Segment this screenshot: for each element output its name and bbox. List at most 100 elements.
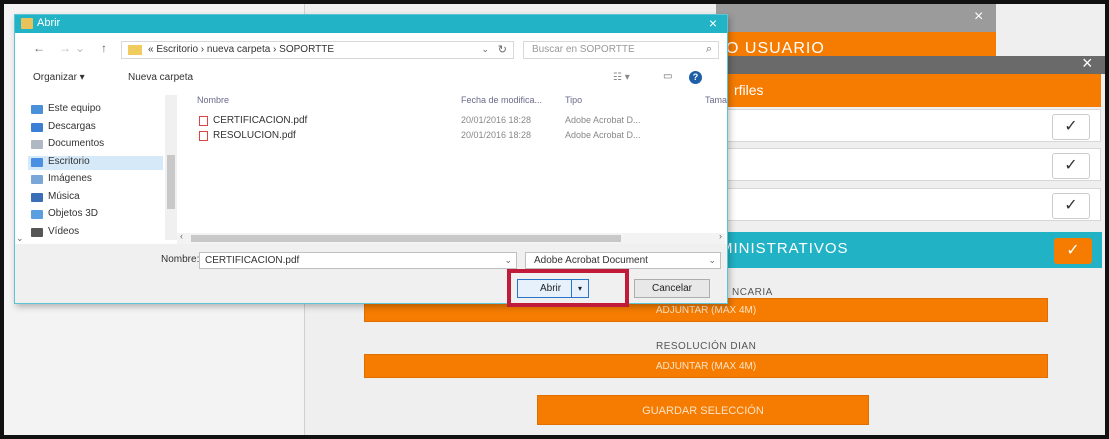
file-type: Adobe Acrobat D... (565, 130, 641, 140)
check-button[interactable]: ✓ (1052, 193, 1090, 219)
images-icon (31, 175, 43, 184)
background-top-bar (716, 4, 996, 32)
videos-icon (31, 227, 43, 237)
file-row[interactable]: CERTIFICACION.pdf 20/01/2016 18:28 Adobe A… (199, 115, 719, 128)
file-name[interactable]: CERTIFICACION.pdf (213, 115, 307, 126)
column-date[interactable]: Fecha de modifica... (461, 95, 542, 105)
file-name[interactable]: RESOLUCION.pdf (213, 130, 296, 141)
file-type: Adobe Acrobat D... (565, 115, 641, 125)
sidebar-item[interactable]: Este equipo (28, 103, 163, 117)
organize-menu[interactable]: Organizar ▾ (33, 72, 85, 83)
sidebar-item-label: Documentos (48, 138, 105, 149)
file-date: 20/01/2016 18:28 (461, 115, 532, 125)
filename-input[interactable]: CERTIFICACION.pdf ⌄ (199, 252, 517, 269)
scrollbar-thumb[interactable] (191, 235, 621, 242)
sidebar-item[interactable]: Imágenes (28, 173, 163, 187)
chevron-down-icon[interactable]: ⌄ (481, 44, 489, 55)
filetype-select[interactable]: Adobe Acrobat Document ⌄ (525, 252, 721, 269)
desktop-icon (31, 157, 43, 167)
sidebar-item[interactable]: Vídeos (28, 226, 163, 240)
file-date: 20/01/2016 18:28 (461, 130, 532, 140)
resolucion-label: RESOLUCIÓN DIAN (656, 341, 757, 352)
adjuntar-resolucion-button[interactable]: ADJUNTAR (MAX 4M) (364, 354, 1048, 378)
guardar-seleccion-button[interactable]: GUARDAR SELECCIÓN (537, 395, 869, 425)
administrativos-header: MINISTRATIVOS ✓ (716, 232, 1102, 268)
documents-icon (31, 140, 43, 149)
sidebar-item[interactable]: Documentos (28, 138, 163, 152)
refresh-icon[interactable]: ↻ (498, 43, 507, 56)
search-icon[interactable]: ⌕ (706, 43, 712, 56)
sidebar-item-label: Descargas (48, 120, 96, 132)
dialog-titlebar: Abrir × (15, 15, 727, 33)
objects3d-icon (31, 210, 43, 219)
help-icon[interactable]: ? (689, 71, 702, 84)
sidebar-item-label: Vídeos (48, 225, 80, 237)
chevron-down-icon[interactable]: ⌄ (708, 255, 716, 266)
dialog-title: Abrir (37, 17, 61, 29)
chevron-down-icon[interactable]: ⌄ (16, 233, 24, 244)
open-file-dialog: Abrir × ← → ⌄ ↑ « Escritorio › nueva car… (14, 14, 728, 307)
filetype-value[interactable]: Adobe Acrobat Document (534, 255, 648, 266)
scroll-right-icon[interactable]: › (719, 231, 722, 241)
forward-arrow-icon[interactable]: → (59, 41, 71, 55)
search-placeholder: Buscar en SOPORTTE (532, 44, 635, 55)
pdf-file-icon (199, 116, 208, 126)
new-folder-button[interactable]: Nueva carpeta (128, 72, 193, 83)
chevron-down-icon[interactable]: ⌄ (504, 255, 512, 266)
column-size[interactable]: Tama (705, 95, 727, 105)
computer-icon (31, 105, 43, 114)
profile-row: ✓ (716, 188, 1101, 221)
dialog-footer: Nombre: CERTIFICACION.pdf ⌄ Adobe Acroba… (15, 244, 727, 307)
scrollbar-thumb[interactable] (167, 155, 175, 209)
sidebar-item-label: Escritorio (48, 155, 90, 167)
highlight-box (507, 269, 629, 307)
preview-pane-icon[interactable]: ▭ (663, 71, 672, 82)
administrativos-check-button[interactable]: ✓ (1054, 238, 1092, 264)
filename-label: Nombre: (161, 254, 200, 265)
sidebar-item[interactable]: Objetos 3D (28, 208, 163, 222)
column-headers: Nombre Fecha de modifica... Tipo Tama (185, 93, 727, 109)
toolbar: Organizar ▾ Nueva carpeta ☷ ▾ ▭ ? (15, 67, 727, 91)
perfiles-header: rfiles (716, 74, 1101, 107)
view-options-icon[interactable]: ☷ ▾ (613, 72, 630, 83)
sidebar-item-label: Objetos 3D (48, 208, 99, 219)
background-modal-titlebar (716, 56, 1105, 74)
check-button[interactable]: ✓ (1052, 153, 1090, 179)
sidebar-item-label: Este equipo (48, 103, 101, 114)
breadcrumb[interactable]: « Escritorio › nueva carpeta › SOPORTTE (148, 44, 334, 55)
address-bar[interactable]: « Escritorio › nueva carpeta › SOPORTTE … (121, 41, 514, 59)
check-button[interactable]: ✓ (1052, 114, 1090, 140)
sidebar-item[interactable]: Descargas (28, 121, 163, 135)
sidebar-item[interactable]: Escritorio (28, 155, 163, 170)
screen-frame: × O USUARIO × rfiles ✓ ✓ ✓ MINISTRATIVOS… (0, 0, 1109, 439)
administrativos-label: MINISTRATIVOS (720, 240, 849, 257)
folder-icon (128, 45, 142, 55)
back-arrow-icon[interactable]: ← (33, 41, 45, 55)
close-icon[interactable]: × (709, 15, 717, 31)
profile-row: ✓ (716, 109, 1101, 142)
folder-icon (21, 18, 33, 29)
perfiles-label: rfiles (734, 82, 764, 98)
filename-value[interactable]: CERTIFICACION.pdf (205, 255, 299, 266)
column-name[interactable]: Nombre (197, 95, 229, 105)
scroll-left-icon[interactable]: ‹ (180, 231, 183, 241)
search-input[interactable]: Buscar en SOPORTTE ⌕ (523, 41, 719, 59)
sidebar-item-label: Música (48, 190, 80, 202)
pdf-file-icon (199, 131, 208, 141)
horizontal-scrollbar[interactable]: ‹ › (177, 231, 725, 244)
music-icon (31, 192, 43, 202)
navigation-pane: Este equipo Descargas Documentos Escritorio… (15, 93, 177, 241)
download-icon (31, 122, 43, 132)
certificacion-label: NCARIA (732, 287, 773, 298)
cancel-button[interactable]: Cancelar (634, 279, 710, 298)
sidebar-item-label: Imágenes (48, 173, 92, 184)
column-type[interactable]: Tipo (565, 95, 582, 105)
navigation-pane-scrollbar[interactable] (165, 95, 177, 240)
navigation-bar: ← → ⌄ ↑ « Escritorio › nueva carpeta › S… (15, 33, 727, 63)
sidebar-item[interactable]: Música (28, 191, 163, 205)
background-modal-close-icon[interactable]: × (1082, 53, 1093, 74)
background-close-icon[interactable]: × (974, 8, 983, 26)
file-row[interactable]: RESOLUCION.pdf 20/01/2016 18:28 Adobe Acro… (199, 130, 719, 143)
up-arrow-icon[interactable]: ↑ (101, 41, 107, 55)
recent-locations-icon[interactable]: ⌄ (75, 41, 85, 55)
